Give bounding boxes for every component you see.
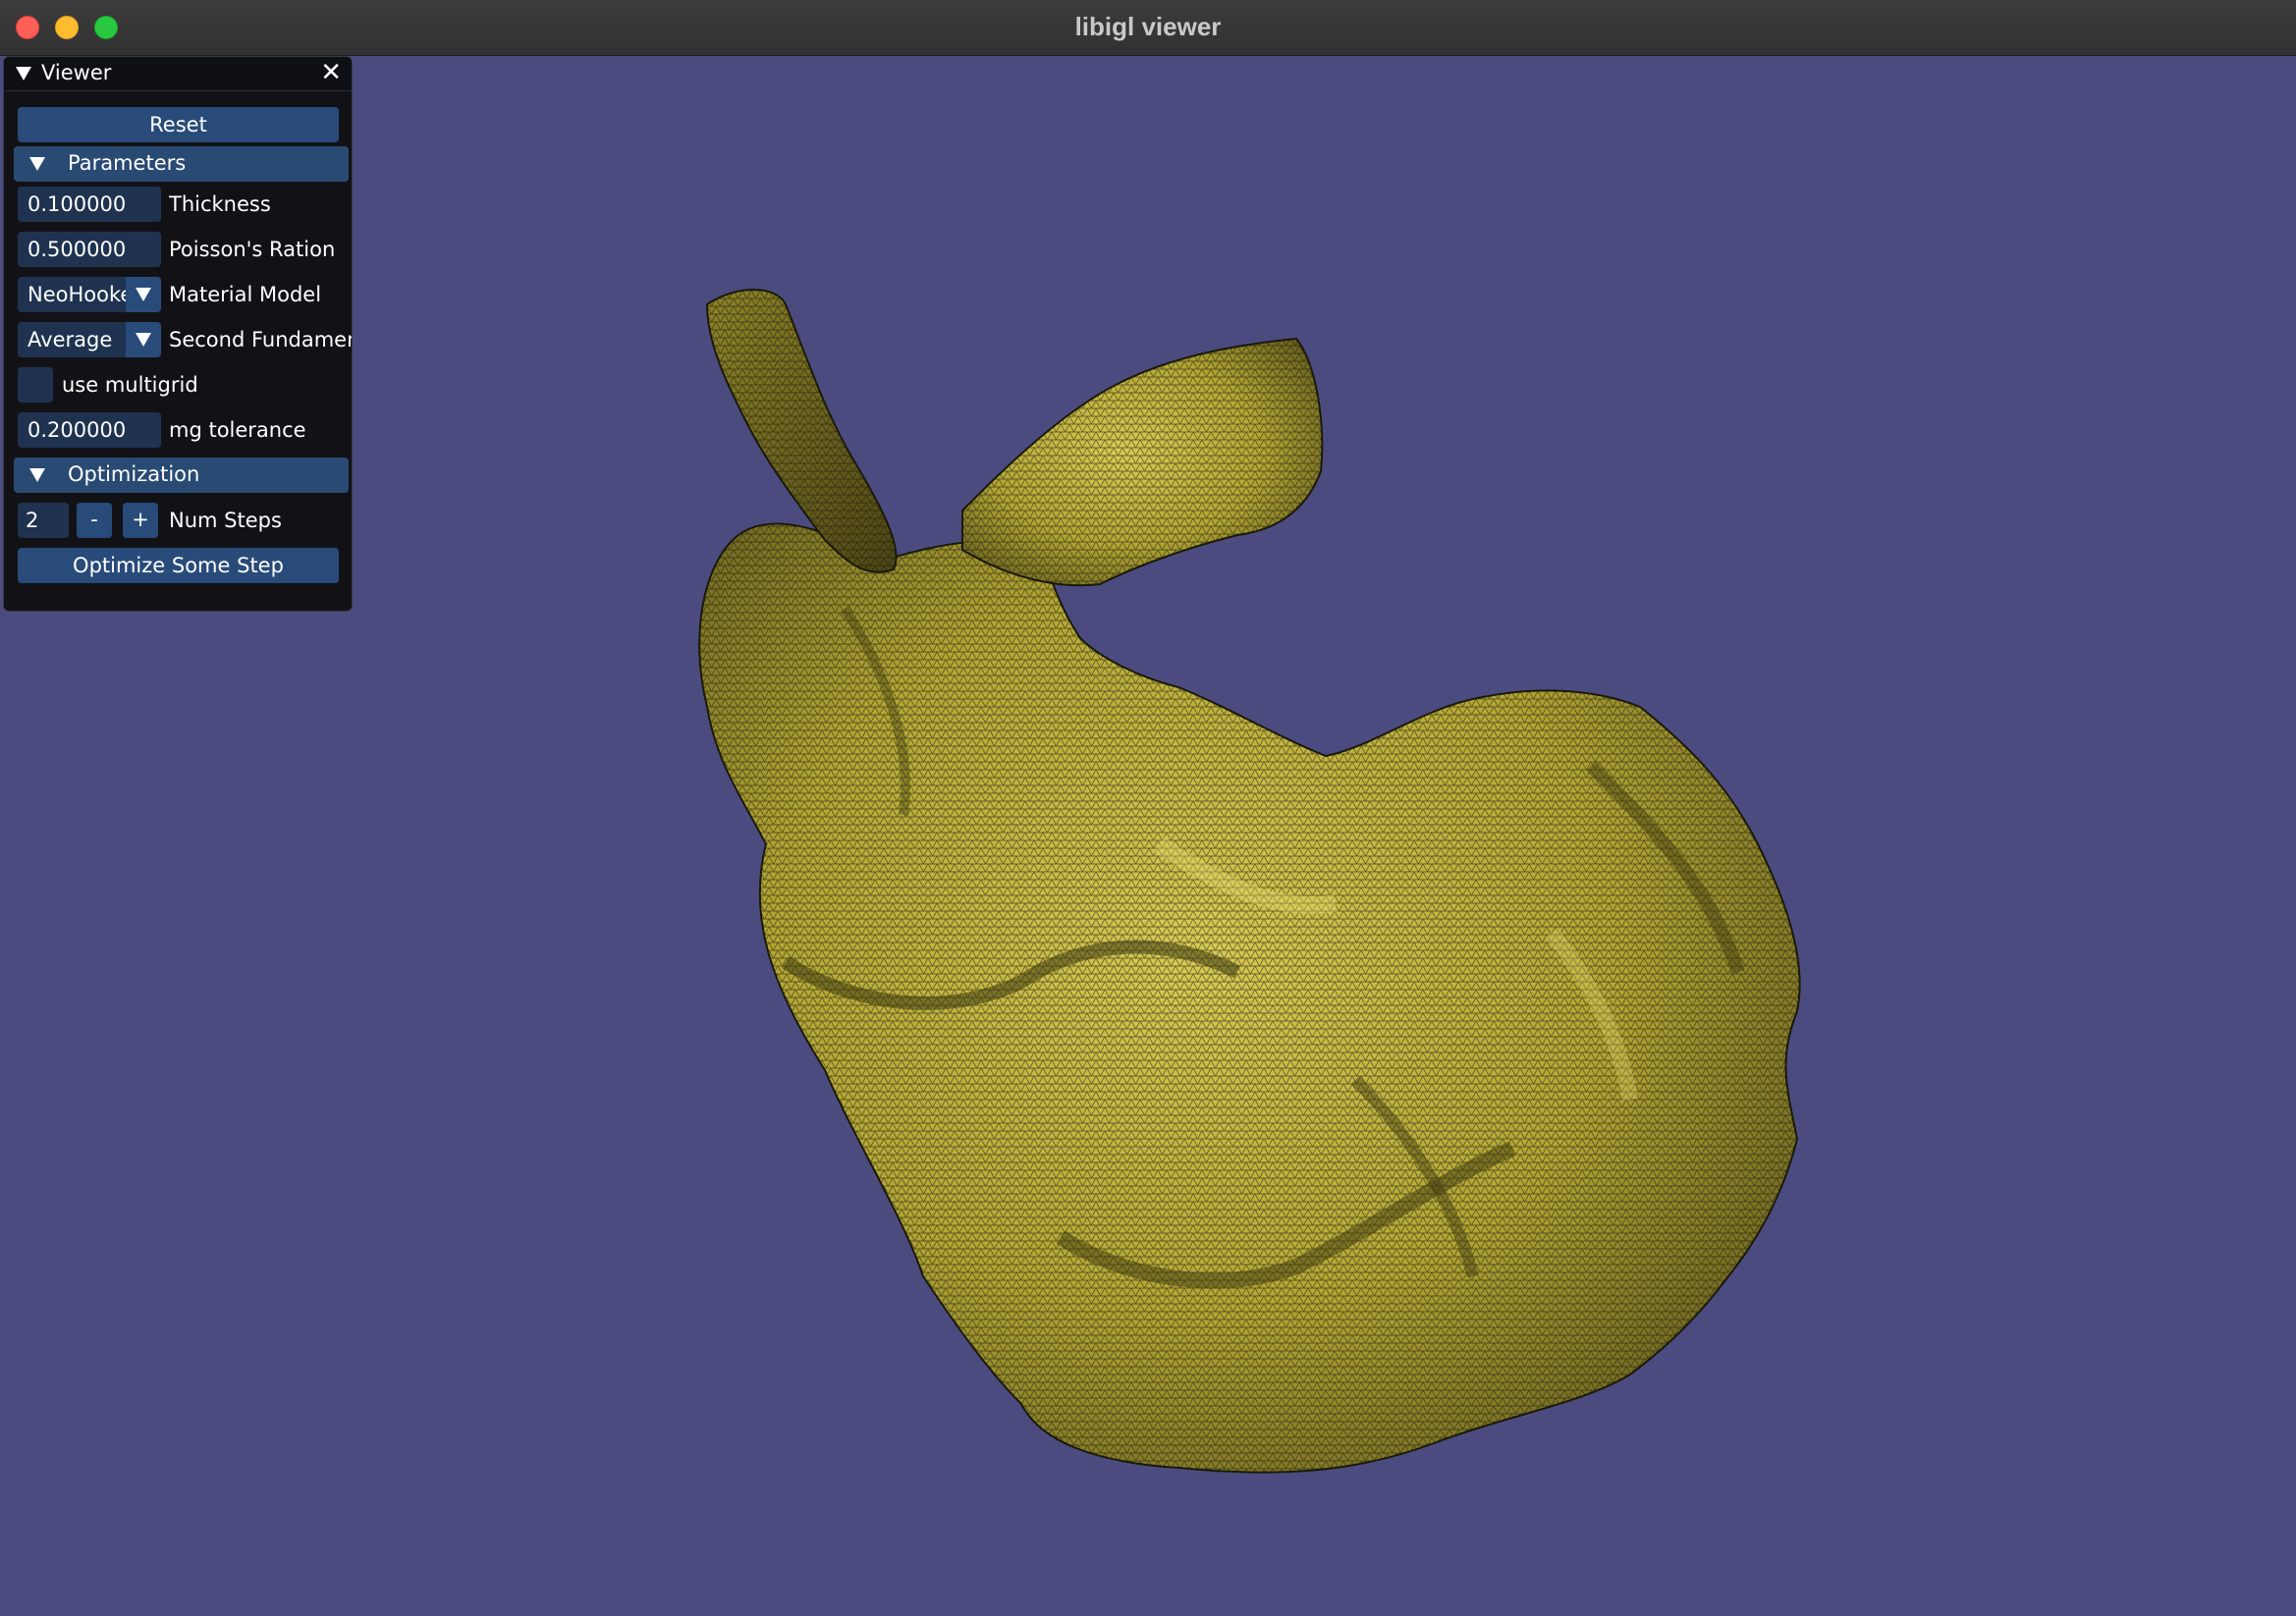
- second-fundamental-label: Second Fundamen: [169, 328, 352, 351]
- close-icon[interactable]: ✕: [320, 59, 342, 86]
- chevron-down-icon: [136, 333, 151, 347]
- num-steps-input[interactable]: 2: [18, 503, 69, 538]
- title-bar: libigl viewer: [0, 0, 2296, 56]
- second-fundamental-value: Average: [27, 328, 113, 351]
- triangle-down-icon: [29, 468, 45, 482]
- reset-button[interactable]: Reset: [18, 107, 339, 142]
- bunny-mesh: [698, 289, 1801, 1474]
- parameters-header[interactable]: Parameters: [14, 146, 349, 182]
- optimization-header[interactable]: Optimization: [14, 458, 349, 493]
- triangle-down-icon: [29, 157, 45, 171]
- use-multigrid-checkbox[interactable]: [18, 367, 53, 403]
- chevron-down-icon: [136, 288, 151, 301]
- optimization-header-label: Optimization: [68, 462, 200, 486]
- parameters-header-label: Parameters: [68, 151, 187, 175]
- optimize-some-step-button[interactable]: Optimize Some Step: [18, 548, 339, 583]
- material-model-value: NeoHooke: [27, 283, 126, 306]
- second-fundamental-dropdown-button[interactable]: [126, 322, 161, 357]
- material-model-dropdown-button[interactable]: [126, 277, 161, 312]
- poisson-ratio-label: Poisson's Ration: [169, 238, 336, 261]
- material-model-label: Material Model: [169, 283, 322, 306]
- mg-tolerance-label: mg tolerance: [169, 418, 306, 442]
- triangle-down-icon[interactable]: [16, 67, 31, 81]
- window-title: libigl viewer: [1074, 12, 1222, 41]
- thickness-input[interactable]: 0.100000: [18, 187, 161, 222]
- panel-header[interactable]: Viewer ✕: [4, 57, 352, 91]
- num-steps-label: Num Steps: [169, 509, 282, 532]
- poisson-ratio-input[interactable]: 0.500000: [18, 232, 161, 267]
- material-model-select[interactable]: NeoHooke: [18, 277, 161, 312]
- num-steps-decrement-button[interactable]: -: [77, 503, 112, 538]
- thickness-label: Thickness: [169, 192, 271, 216]
- use-multigrid-label: use multigrid: [62, 373, 198, 397]
- mg-tolerance-input[interactable]: 0.200000: [18, 412, 161, 448]
- num-steps-increment-button[interactable]: +: [123, 503, 158, 538]
- panel-title: Viewer: [41, 61, 112, 84]
- second-fundamental-select[interactable]: Average: [18, 322, 161, 357]
- viewer-panel: Viewer ✕ Reset Parameters 0.100000 Thick…: [3, 56, 353, 612]
- app-window: libigl viewer Viewer ✕ Reset Parameters …: [0, 0, 2296, 1616]
